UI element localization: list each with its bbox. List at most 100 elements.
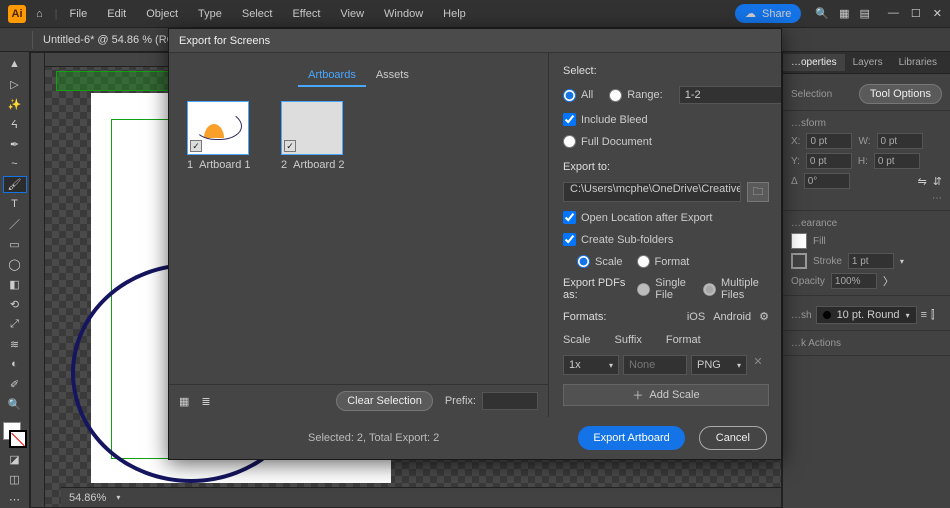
cancel-button[interactable]: Cancel — [699, 426, 767, 450]
radio-full-document[interactable]: Full Document — [563, 135, 769, 148]
brush-panel-icon[interactable]: ≡ — [921, 309, 927, 321]
range-input[interactable] — [679, 86, 781, 104]
line-tool[interactable]: ／ — [3, 216, 27, 233]
remove-row-icon[interactable]: ✕ — [751, 355, 765, 375]
magic-wand-tool[interactable]: ✨ — [3, 96, 27, 113]
gradient-tool[interactable]: ◐ — [3, 356, 27, 373]
menu-edit[interactable]: Edit — [99, 4, 134, 24]
zoom-tool[interactable]: 🔍 — [3, 396, 27, 413]
tab-assets[interactable]: Assets — [366, 65, 419, 87]
tab-artboards[interactable]: Artboards — [298, 65, 366, 87]
export-path-input[interactable]: C:\Users\mcphe\OneDrive\Creative Cloud — [563, 182, 741, 202]
draw-mode-icon[interactable]: ◫ — [3, 471, 27, 488]
create-subfolders-checkbox[interactable]: Create Sub-folders — [563, 233, 769, 246]
h-input[interactable] — [874, 153, 920, 169]
y-input[interactable] — [806, 153, 852, 169]
width-tool[interactable]: ≋ — [3, 336, 27, 353]
eraser-tool[interactable]: ◧ — [3, 276, 27, 293]
grid-view-icon[interactable]: ▦ — [179, 395, 189, 408]
gear-icon[interactable]: ⚙ — [759, 310, 769, 323]
thumb-check-icon[interactable]: ✓ — [284, 140, 296, 152]
export-pdf-label: Export PDFs as: — [563, 277, 627, 301]
h-label: H: — [858, 156, 868, 167]
w-input[interactable] — [877, 133, 923, 149]
prefix-input[interactable] — [482, 392, 538, 410]
tab-layers[interactable]: Layers — [845, 54, 891, 71]
menu-effect[interactable]: Effect — [284, 4, 328, 24]
ruler-vertical — [31, 53, 45, 507]
window-close-icon[interactable]: ✕ — [933, 7, 942, 20]
menu-type[interactable]: Type — [190, 4, 230, 24]
more-options-icon[interactable]: ⋯ — [932, 193, 942, 204]
pen-tool[interactable]: ✒ — [3, 136, 27, 153]
format-select[interactable]: PNG▾ — [691, 355, 747, 375]
include-bleed-checkbox[interactable]: Include Bleed — [563, 113, 769, 126]
eyedropper-tool[interactable]: ✐ — [3, 376, 27, 393]
direct-selection-tool[interactable]: ▷ — [3, 76, 27, 93]
list-view-icon[interactable]: ≣ — [201, 395, 210, 408]
browse-folder-button[interactable]: 🗀 — [747, 182, 769, 202]
suffix-input[interactable]: None — [623, 355, 687, 375]
subfolder-scale-radio[interactable]: Scale — [577, 255, 623, 268]
export-to-label: Export to: — [563, 161, 769, 173]
add-scale-button[interactable]: ＋Add Scale — [563, 384, 769, 406]
tab-libraries[interactable]: Libraries — [891, 54, 945, 71]
tool-options-button[interactable]: Tool Options — [859, 84, 942, 104]
angle-input[interactable] — [804, 173, 850, 189]
plus-icon: ＋ — [632, 387, 643, 403]
thumb-name: Artboard 1 — [199, 159, 250, 171]
curvature-tool[interactable]: ~ — [3, 156, 27, 173]
subfolder-format-radio[interactable]: Format — [637, 255, 690, 268]
menu-window[interactable]: Window — [376, 4, 431, 24]
scale-tool[interactable]: ⤢ — [3, 316, 27, 333]
brush-tool[interactable]: 🖌 — [3, 176, 27, 193]
thumb-check-icon[interactable]: ✓ — [190, 140, 202, 152]
zoom-level[interactable]: 54.86% — [69, 492, 106, 504]
edit-toolbar-icon[interactable]: ⋯ — [3, 491, 27, 508]
appearance-label: …earance — [791, 218, 837, 229]
color-mode-icon[interactable]: ◪ — [3, 451, 27, 468]
artboard-thumb-2[interactable]: ✓ 2Artboard 2 — [281, 101, 355, 171]
ios-preset[interactable]: iOS — [687, 311, 705, 323]
type-tool[interactable]: T — [3, 196, 27, 213]
fill-swatch[interactable] — [791, 233, 807, 249]
search-icon[interactable]: 🔍 — [815, 7, 829, 20]
tab-properties[interactable]: …operties — [783, 54, 845, 71]
app-logo: Ai — [8, 5, 26, 23]
home-icon[interactable]: ⌂ — [36, 8, 43, 20]
clear-selection-button[interactable]: Clear Selection — [336, 391, 433, 411]
color-swatches[interactable] — [3, 422, 27, 448]
arrange-icon[interactable]: ▤ — [860, 7, 870, 20]
rotate-tool[interactable]: ⟲ — [3, 296, 27, 313]
menu-select[interactable]: Select — [234, 4, 281, 24]
opacity-input[interactable] — [831, 273, 877, 289]
stroke-swatch[interactable] — [791, 253, 807, 269]
brush-label: …sh — [791, 310, 812, 321]
flip-v-icon[interactable]: ⇵ — [933, 175, 942, 188]
share-button[interactable]: ☁Share — [735, 4, 801, 23]
menu-view[interactable]: View — [332, 4, 372, 24]
menu-file[interactable]: File — [62, 4, 96, 24]
menu-object[interactable]: Object — [138, 4, 186, 24]
android-preset[interactable]: Android — [713, 311, 751, 323]
lasso-tool[interactable]: ᔦ — [3, 116, 27, 133]
window-max-icon[interactable]: ☐ — [911, 7, 921, 20]
open-location-checkbox[interactable]: Open Location after Export — [563, 211, 769, 224]
selection-tool[interactable]: ▲ — [3, 56, 27, 73]
menu-help[interactable]: Help — [435, 4, 474, 24]
x-input[interactable] — [806, 133, 852, 149]
brush-preset[interactable]: 10 pt. Round ▾ — [816, 306, 917, 324]
flip-h-icon[interactable]: ⇋ — [918, 175, 927, 188]
rectangle-tool[interactable]: ▭ — [3, 236, 27, 253]
shape-tool[interactable]: ◯ — [3, 256, 27, 273]
radio-all[interactable]: All — [563, 89, 593, 102]
workspace-icon[interactable]: ▦ — [839, 7, 849, 20]
scale-select[interactable]: 1x▾ — [563, 355, 619, 375]
opacity-arrow-icon[interactable]: 〉 — [883, 273, 894, 289]
brush-lib-icon[interactable]: ⫿ — [931, 309, 935, 322]
window-min-icon[interactable]: — — [888, 7, 899, 20]
export-artboard-button[interactable]: Export Artboard — [578, 426, 684, 450]
radio-range[interactable]: Range: — [609, 89, 662, 102]
stroke-weight-input[interactable] — [848, 253, 894, 269]
artboard-thumb-1[interactable]: ✓ 1Artboard 1 — [187, 101, 261, 171]
